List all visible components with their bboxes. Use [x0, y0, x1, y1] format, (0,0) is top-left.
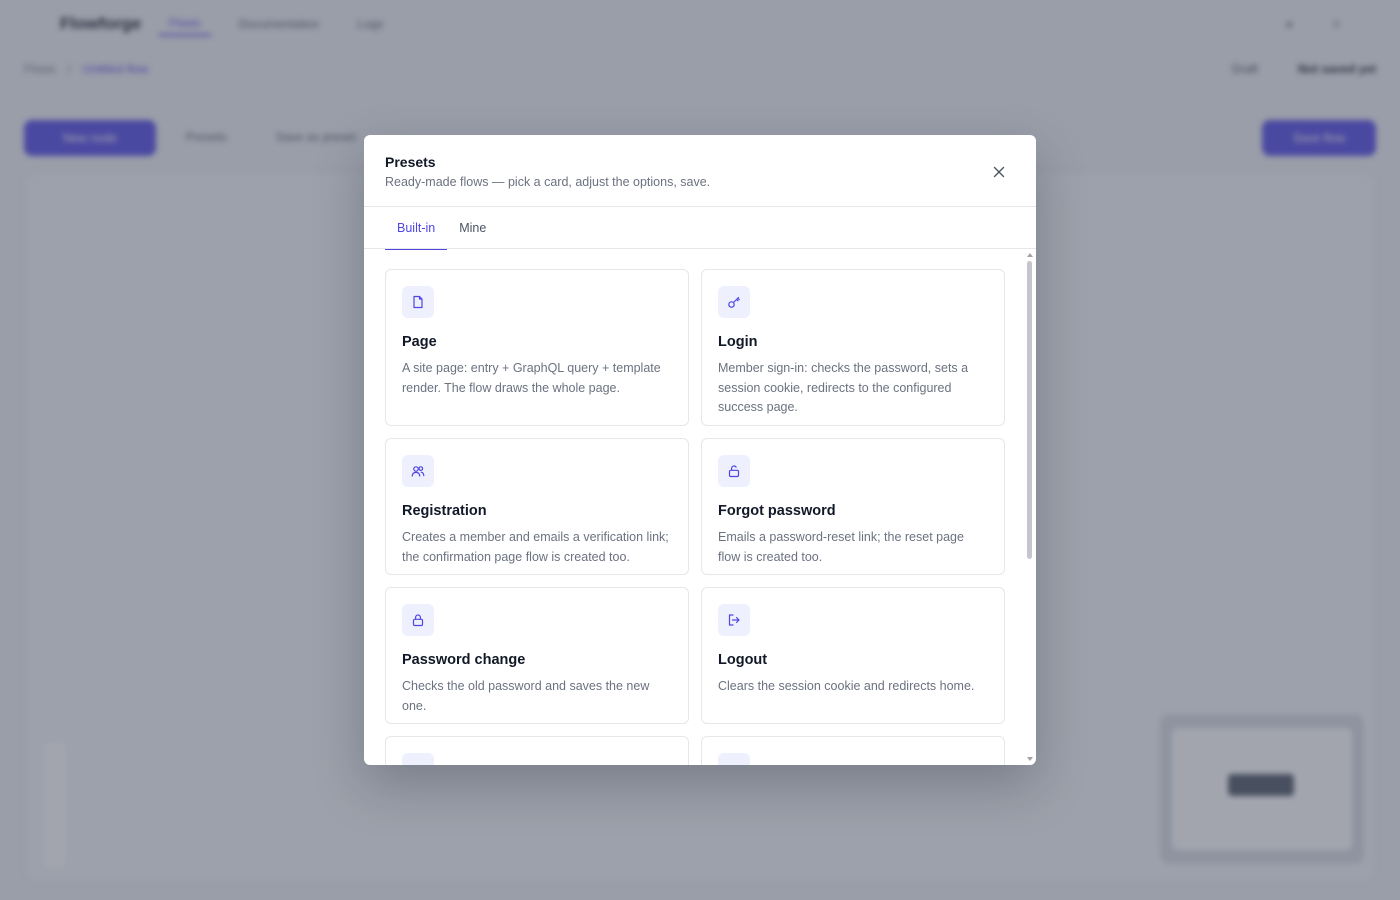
preset-description: A site page: entry + GraphQL query + tem… — [402, 361, 661, 395]
file-icon — [413, 295, 423, 309]
preset-icon-box — [402, 604, 434, 636]
preset-card-partial[interactable] — [385, 736, 689, 765]
preset-title: Login — [718, 334, 758, 350]
preset-icon — [718, 753, 750, 765]
preset-icon-box — [718, 455, 750, 487]
preset-description: Clears the session cookie and redirects … — [718, 679, 975, 693]
preset-title: Password change — [402, 652, 526, 668]
key-icon — [728, 296, 740, 308]
preset-title: Forgot password — [718, 503, 836, 519]
preset-icon-box — [718, 604, 750, 636]
preset-list[interactable]: Page A site page: entry + GraphQL query … — [364, 249, 1036, 765]
preset-list-scrollbar[interactable] — [1024, 249, 1036, 765]
preset-title: Page — [402, 334, 437, 350]
logout-icon — [728, 614, 740, 626]
users-icon — [411, 466, 425, 477]
preset-card-login[interactable]: Login Member sign-in: checks the passwor… — [701, 269, 1005, 426]
close-button[interactable] — [988, 161, 1010, 183]
preset-tabs: Built-in Mine — [385, 207, 498, 250]
preset-card-registration[interactable]: Registration Creates a member and emails… — [385, 438, 689, 575]
tab-built-in[interactable]: Built-in — [385, 207, 448, 250]
close-icon — [993, 166, 1005, 178]
preset-title: Logout — [718, 652, 768, 668]
lock-icon — [412, 614, 424, 627]
modal-title: Presets — [385, 154, 436, 170]
scroll-down-icon[interactable] — [1027, 757, 1033, 761]
scroll-up-icon[interactable] — [1027, 253, 1033, 257]
preset-icon-box — [402, 286, 434, 318]
lock-open-icon — [728, 465, 740, 478]
modal-header: Presets Ready-made flows — pick a card, … — [364, 135, 1036, 207]
preset-card-partial[interactable] — [701, 736, 1005, 765]
preset-description: Checks the old password and saves the ne… — [402, 679, 650, 713]
preset-card-forgot-password[interactable]: Forgot password Emails a password-reset … — [701, 438, 1005, 575]
preset-card-password-change[interactable]: Password change Checks the old password … — [385, 587, 689, 724]
preset-description: Creates a member and emails a verificati… — [402, 530, 669, 564]
preset-description: Emails a password-reset link; the reset … — [718, 530, 964, 564]
presets-modal: Presets Ready-made flows — pick a card, … — [364, 135, 1036, 765]
modal-subtitle: Ready-made flows — pick a card, adjust t… — [385, 175, 711, 189]
preset-description: Member sign-in: checks the password, set… — [718, 361, 969, 414]
preset-icon-box — [718, 286, 750, 318]
preset-card-page[interactable]: Page A site page: entry + GraphQL query … — [385, 269, 689, 426]
preset-grid: Page A site page: entry + GraphQL query … — [385, 269, 1005, 765]
preset-icon — [402, 753, 434, 765]
scroll-thumb[interactable] — [1027, 261, 1032, 559]
preset-card-logout[interactable]: Logout Clears the session cookie and red… — [701, 587, 1005, 724]
tab-mine[interactable]: Mine — [447, 207, 498, 249]
preset-icon-box — [402, 455, 434, 487]
preset-title: Registration — [402, 503, 487, 519]
